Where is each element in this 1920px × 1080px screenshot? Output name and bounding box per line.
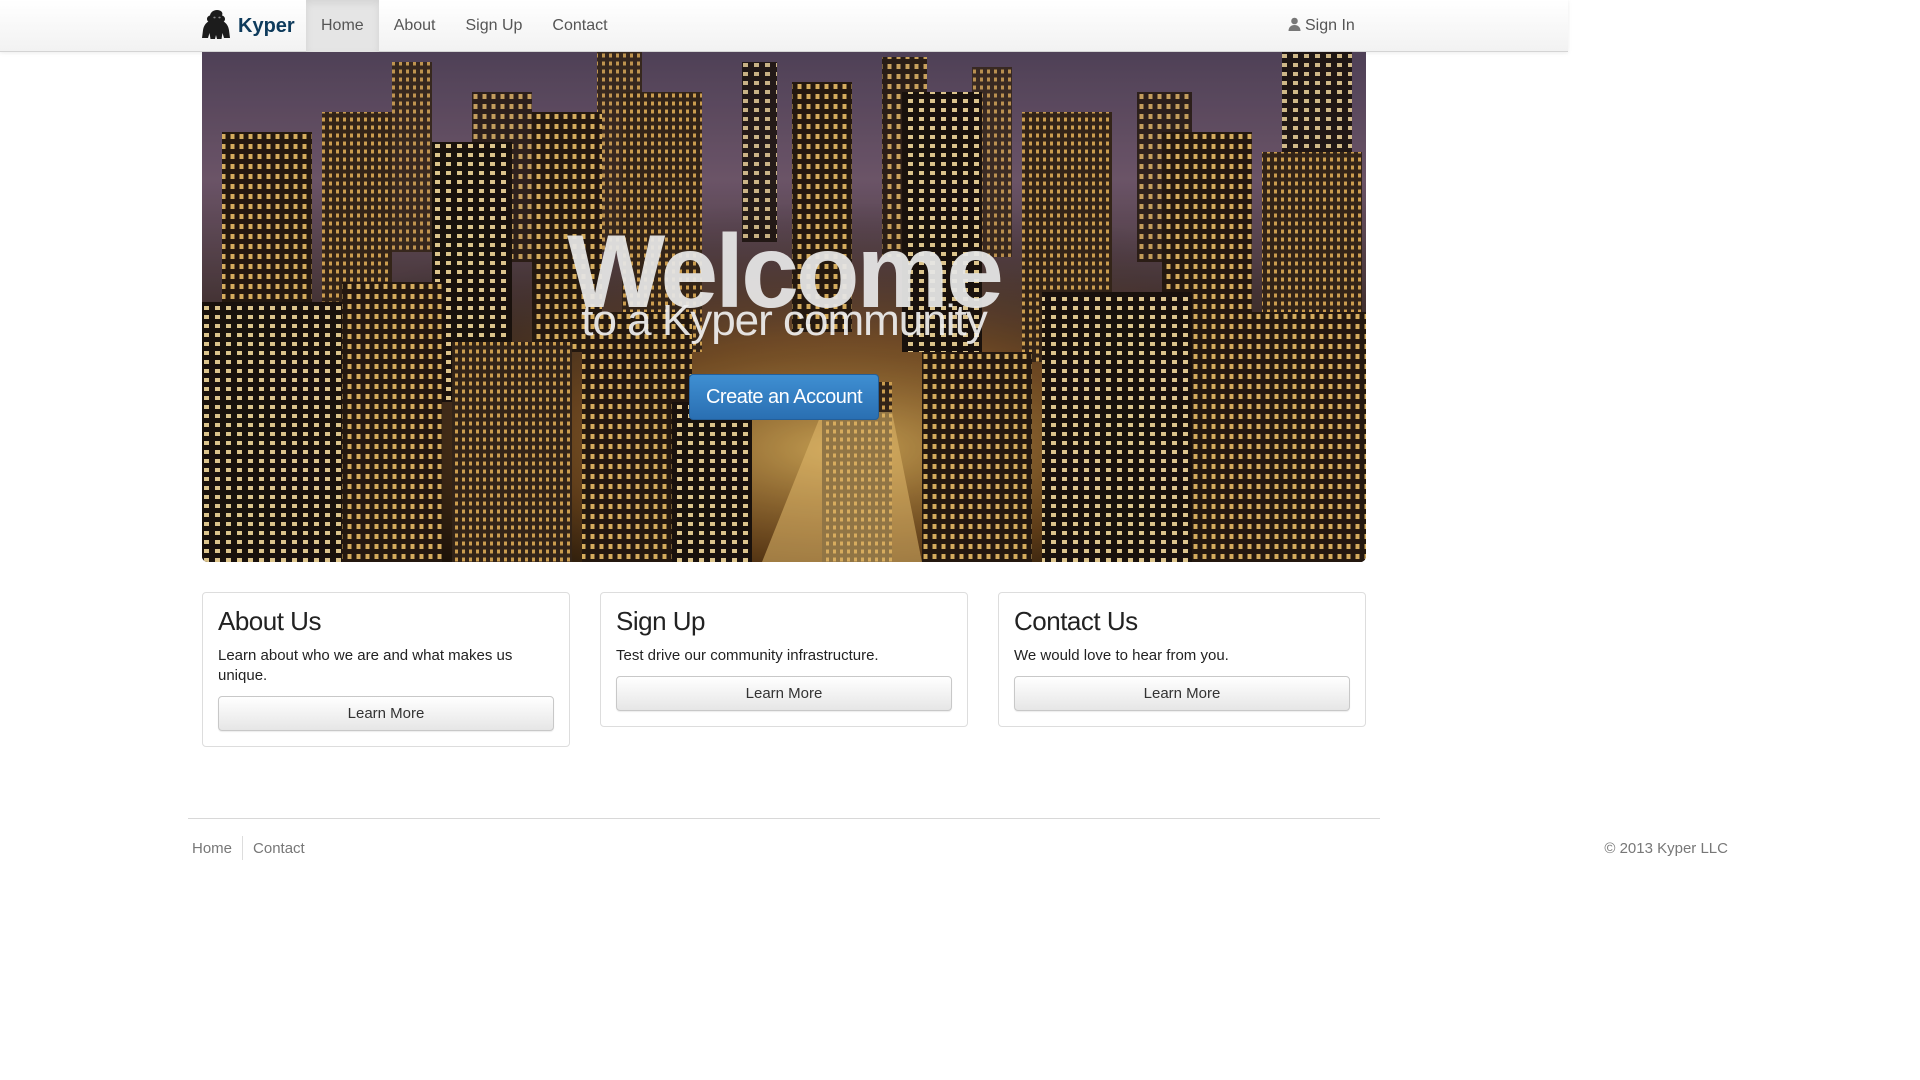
create-account-button[interactable]: Create an Account — [689, 374, 879, 420]
copyright-text: © 2013 Kyper LLC — [1604, 840, 1728, 857]
footer-link-separator — [242, 836, 244, 860]
about-learn-more-button[interactable]: Learn More — [218, 695, 554, 731]
card-text: Test drive our community infrastructure. — [616, 646, 879, 664]
card-text: We would love to hear from you. — [1014, 646, 1229, 664]
footer-link-contact[interactable]: Contact — [253, 840, 305, 857]
brand-name: Kyper — [238, 14, 295, 37]
top-navbar: Kyper Home About Sign Up Contact Sign In — [0, 0, 1568, 52]
sign-in-label: Sign In — [1305, 17, 1355, 34]
sign-up-learn-more-button[interactable]: Learn More — [616, 675, 952, 711]
about-us-card: About Us Learn about who we are and what… — [202, 592, 570, 747]
nav-item-contact[interactable]: Contact — [537, 0, 622, 52]
nav-item-sign-up[interactable]: Sign Up — [451, 0, 538, 52]
footer-link-home[interactable]: Home — [192, 840, 232, 857]
user-icon — [1288, 17, 1301, 36]
card-title: Contact Us — [1014, 606, 1138, 636]
sign-in-link[interactable]: Sign In — [1288, 0, 1355, 52]
card-text: Learn about who we are and what makes us… — [218, 646, 513, 684]
hero-subtitle: to a Kyper community — [581, 296, 988, 345]
card-title: About Us — [218, 606, 321, 636]
hero-banner: Welcome to a Kyper community Create an A… — [202, 52, 1366, 562]
sign-up-card: Sign Up Test drive our community infrast… — [600, 592, 968, 727]
contact-us-card: Contact Us We would love to hear from yo… — [998, 592, 1366, 727]
main-nav: Home About Sign Up Contact — [306, 0, 623, 52]
contact-learn-more-button[interactable]: Learn More — [1014, 675, 1350, 711]
gorilla-logo-icon — [200, 7, 234, 46]
nav-item-about[interactable]: About — [379, 0, 451, 52]
card-title: Sign Up — [616, 606, 706, 636]
footer-divider — [188, 818, 1380, 819]
brand-link[interactable]: Kyper — [200, 8, 295, 44]
footer-links: Home Contact — [192, 836, 305, 860]
nav-item-home[interactable]: Home — [306, 0, 379, 52]
